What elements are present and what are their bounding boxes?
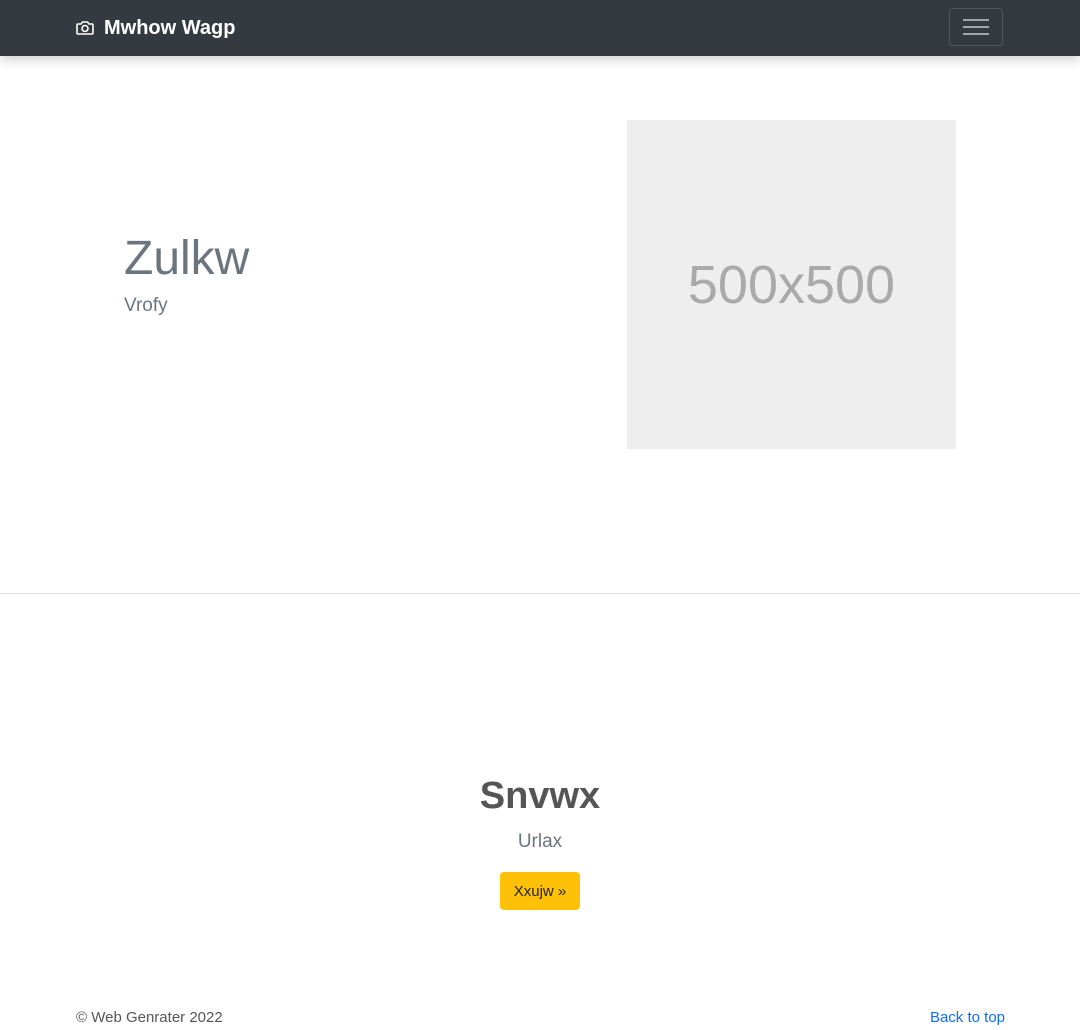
navbar: Mwhow Wagp bbox=[0, 0, 1080, 56]
camera-icon bbox=[76, 21, 94, 35]
cta-title: Snvwx bbox=[479, 775, 601, 817]
brand-name: Mwhow Wagp bbox=[104, 16, 236, 39]
navbar-toggle-button[interactable] bbox=[949, 8, 1003, 46]
cta-subtitle: Urlax bbox=[517, 831, 563, 852]
placeholder-label: 500x500 bbox=[687, 254, 896, 315]
section-divider bbox=[0, 593, 1080, 594]
brand-link[interactable]: Mwhow Wagp bbox=[75, 0, 235, 56]
hamburger-menu-icon bbox=[963, 19, 989, 35]
cta-button[interactable]: Xxujw » bbox=[500, 872, 580, 910]
copyright-text: © Web Genrater 2022 bbox=[76, 1009, 223, 1026]
hero-subtitle: Vrofy bbox=[124, 295, 168, 316]
back-to-top-link[interactable]: Back to top bbox=[930, 1008, 1005, 1028]
hero-title: Zulkw bbox=[124, 232, 250, 285]
hero-image-placeholder: 500x500 bbox=[627, 120, 956, 449]
